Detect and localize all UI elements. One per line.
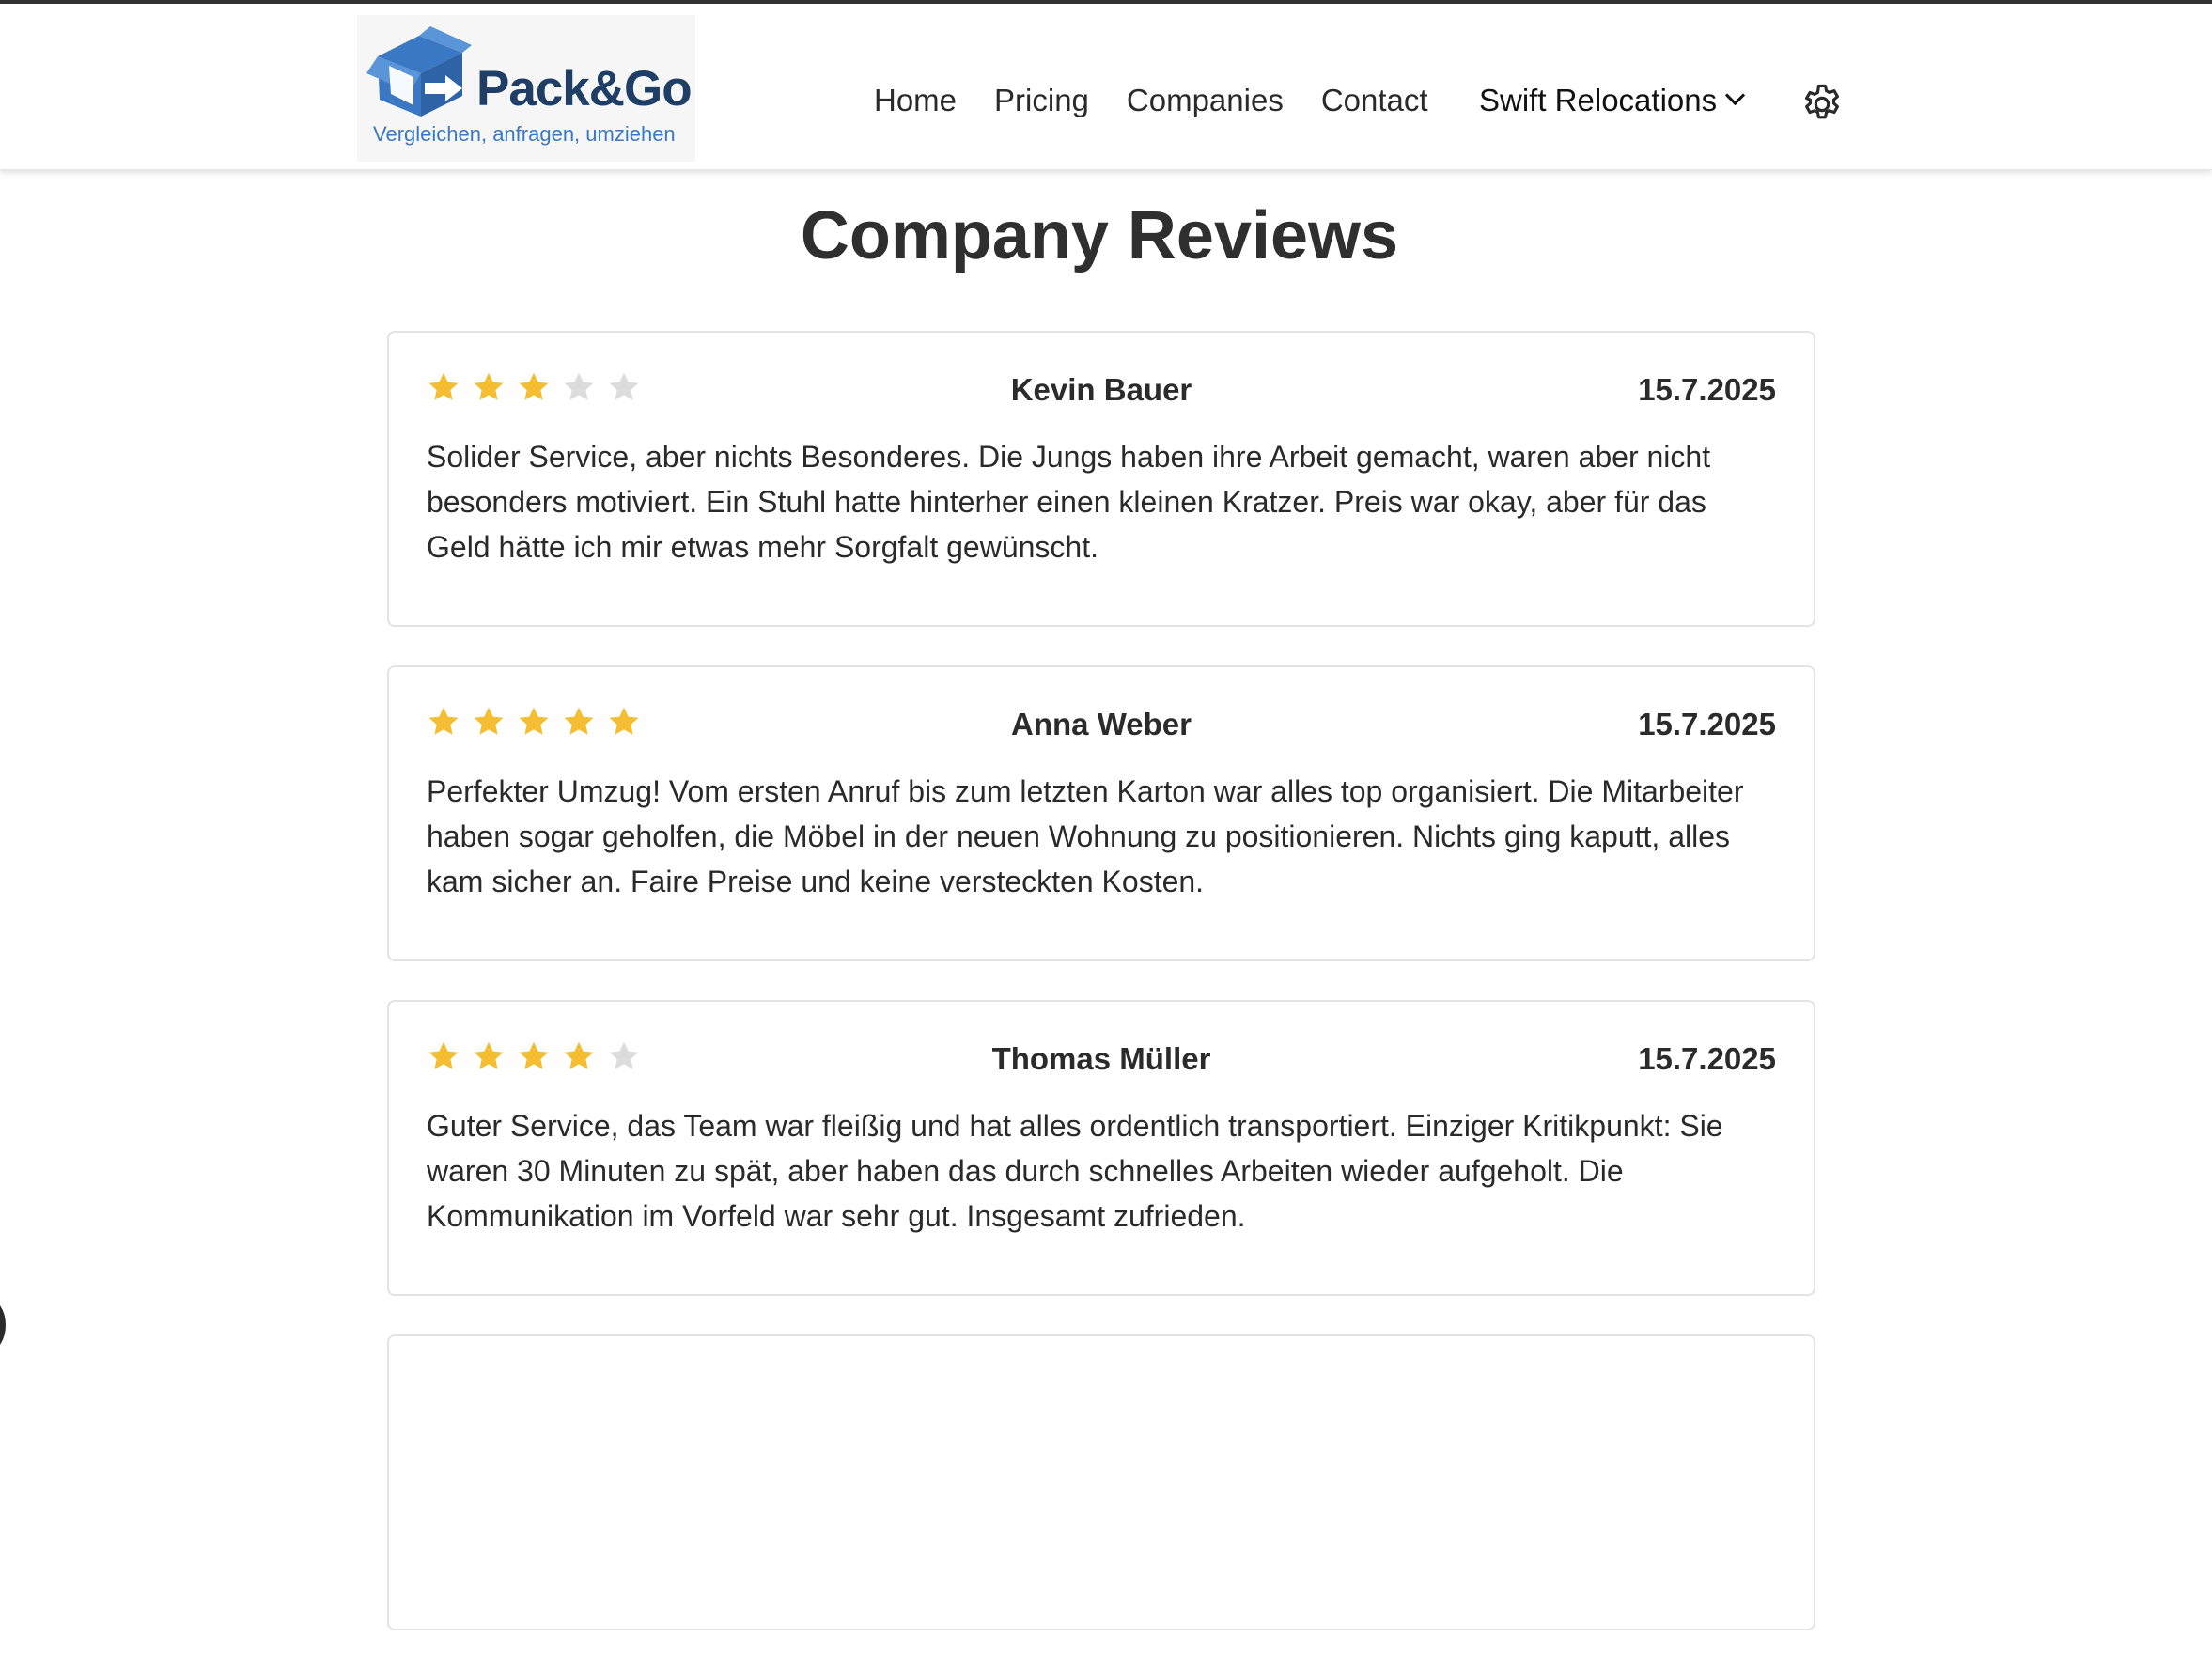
review-header: Anna Weber 15.7.2025	[427, 705, 1776, 752]
review-text: Solider Service, aber nichts Besonderes.…	[427, 440, 1711, 564]
review-card: Kevin Bauer 15.7.2025 Solider Service, a…	[387, 331, 1815, 627]
review-header: Kevin Bauer 15.7.2025	[427, 370, 1776, 417]
gear-icon[interactable]	[1799, 81, 1846, 128]
review-card-partial	[387, 1334, 1815, 1630]
review-card: Thomas Müller 15.7.2025 Guter Service, d…	[387, 1000, 1815, 1296]
floating-action-button[interactable]	[0, 1299, 6, 1351]
review-date: 15.7.2025	[1638, 372, 1776, 407]
box-logo-icon	[366, 26, 472, 117]
main-nav: Home Pricing Companies Contact	[874, 83, 1428, 118]
review-list: Kevin Bauer 15.7.2025 Solider Service, a…	[387, 331, 1815, 1669]
review-date: 15.7.2025	[1638, 1041, 1776, 1076]
site-header: Pack&Go Vergleichen, anfragen, umziehen …	[0, 4, 2212, 170]
brand-tagline: Vergleichen, anfragen, umziehen	[373, 122, 676, 146]
review-date: 15.7.2025	[1638, 707, 1776, 741]
company-selector[interactable]: Swift Relocations	[1479, 83, 1746, 118]
reviewer-name: Anna Weber	[1011, 707, 1192, 741]
nav-home[interactable]: Home	[874, 83, 957, 118]
chevron-down-icon	[1725, 85, 1746, 105]
company-selector-label: Swift Relocations	[1479, 83, 1718, 117]
review-header: Thomas Müller 15.7.2025	[427, 1039, 1776, 1086]
nav-contact[interactable]: Contact	[1321, 83, 1428, 118]
brand-name: Pack&Go	[476, 61, 693, 117]
review-text: Perfekter Umzug! Vom ersten Anruf bis zu…	[427, 774, 1744, 898]
review-text: Guter Service, das Team war fleißig und …	[427, 1109, 1723, 1233]
reviewer-name: Kevin Bauer	[1010, 372, 1192, 407]
nav-pricing[interactable]: Pricing	[994, 83, 1089, 118]
nav-companies[interactable]: Companies	[1127, 83, 1284, 118]
brand-logo[interactable]: Pack&Go Vergleichen, anfragen, umziehen	[357, 15, 695, 162]
reviewer-name: Thomas Müller	[991, 1041, 1211, 1076]
review-card: Anna Weber 15.7.2025 Perfekter Umzug! Vo…	[387, 665, 1815, 961]
page-title: Company Reviews	[800, 198, 1399, 273]
review-header	[427, 1374, 1776, 1421]
